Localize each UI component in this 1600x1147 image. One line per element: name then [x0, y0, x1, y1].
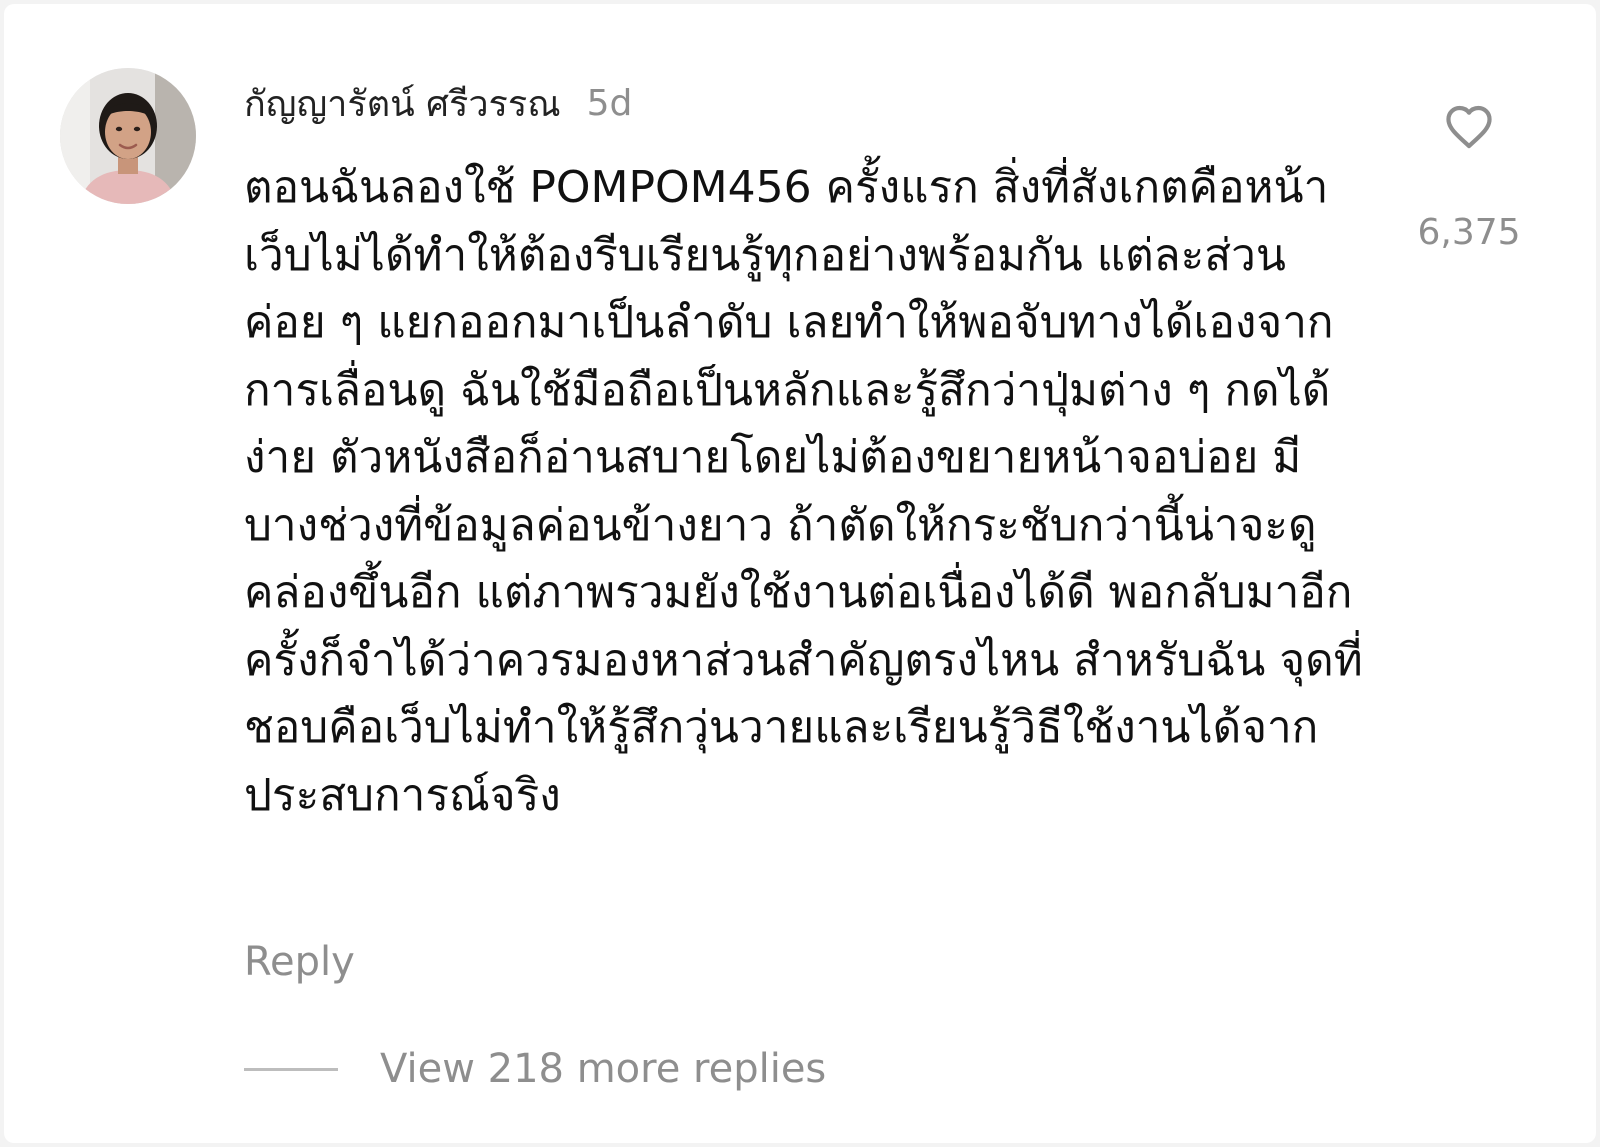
view-replies-label: View 218 more replies	[380, 1046, 827, 1092]
reply-button[interactable]: Reply	[244, 939, 355, 985]
comment-card: กัญญารัตน์ ศรีวรรณ 5d ตอนฉันลองใช้ POMPO…	[4, 4, 1596, 1143]
comment-text: ตอนฉันลองใช้ POMPOM456 ครั้งแรก สิ่งที่ส…	[244, 162, 1363, 821]
heart-icon[interactable]	[1441, 98, 1497, 154]
user-portrait-icon	[60, 68, 196, 204]
view-more-replies-button[interactable]: View 218 more replies	[244, 1044, 826, 1094]
replies-divider-line	[244, 1067, 338, 1071]
like-area: 6,375	[1414, 98, 1524, 253]
timestamp: 5d	[586, 82, 633, 124]
avatar[interactable]	[60, 68, 196, 204]
like-count: 6,375	[1417, 212, 1521, 253]
username[interactable]: กัญญารัตน์ ศรีวรรณ	[244, 75, 561, 132]
comment-header: กัญญารัตน์ ศรีวรรณ 5d	[244, 76, 632, 130]
